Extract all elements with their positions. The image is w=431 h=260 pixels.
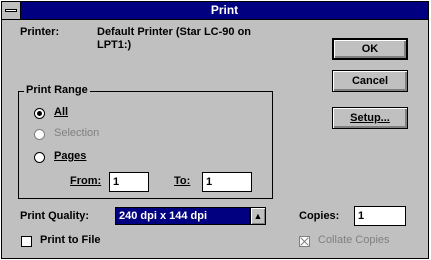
collate-copies-label: Collate Copies [318,234,390,246]
cancel-button[interactable]: Cancel [332,70,408,92]
printer-value-line1: Default Printer (Star LC-90 on [97,26,252,38]
collate-copies-checkbox [299,236,310,247]
print-to-file-checkbox[interactable] [21,236,32,247]
radio-all[interactable] [34,108,45,119]
to-field[interactable]: 1 [202,172,252,192]
to-label: To: [174,175,191,187]
setup-label: Setup... [350,112,390,124]
print-range-legend: Print Range [24,84,90,96]
dropdown-arrow-icon[interactable]: ▲︎ [250,207,266,225]
ok-button[interactable]: OK [332,38,408,60]
copies-field[interactable]: 1 [354,206,406,226]
radio-pages-label[interactable]: Pages [54,150,86,162]
system-menu-icon [5,9,17,12]
printer-label: Printer: [20,26,60,38]
print-to-file-label[interactable]: Print to File [40,234,101,246]
title-bar[interactable]: Print [2,2,428,20]
print-quality-select[interactable]: 240 dpi x 144 dpi [115,207,250,225]
print-dialog: Print Printer: Default Printer (Star LC-… [1,1,429,259]
radio-selection [34,129,45,140]
window-title: Print [210,3,239,17]
system-menu-button[interactable] [2,2,21,19]
print-quality-label: Print Quality: [20,210,90,222]
from-field[interactable]: 1 [109,172,149,192]
radio-selection-label: Selection [54,127,100,139]
radio-all-label[interactable]: All [54,106,68,118]
copies-label: Copies: [299,210,340,222]
radio-pages[interactable] [34,152,45,163]
printer-value-line2: LPT1:) [97,39,132,51]
setup-button[interactable]: Setup... [332,107,408,129]
from-label: From: [70,175,102,187]
